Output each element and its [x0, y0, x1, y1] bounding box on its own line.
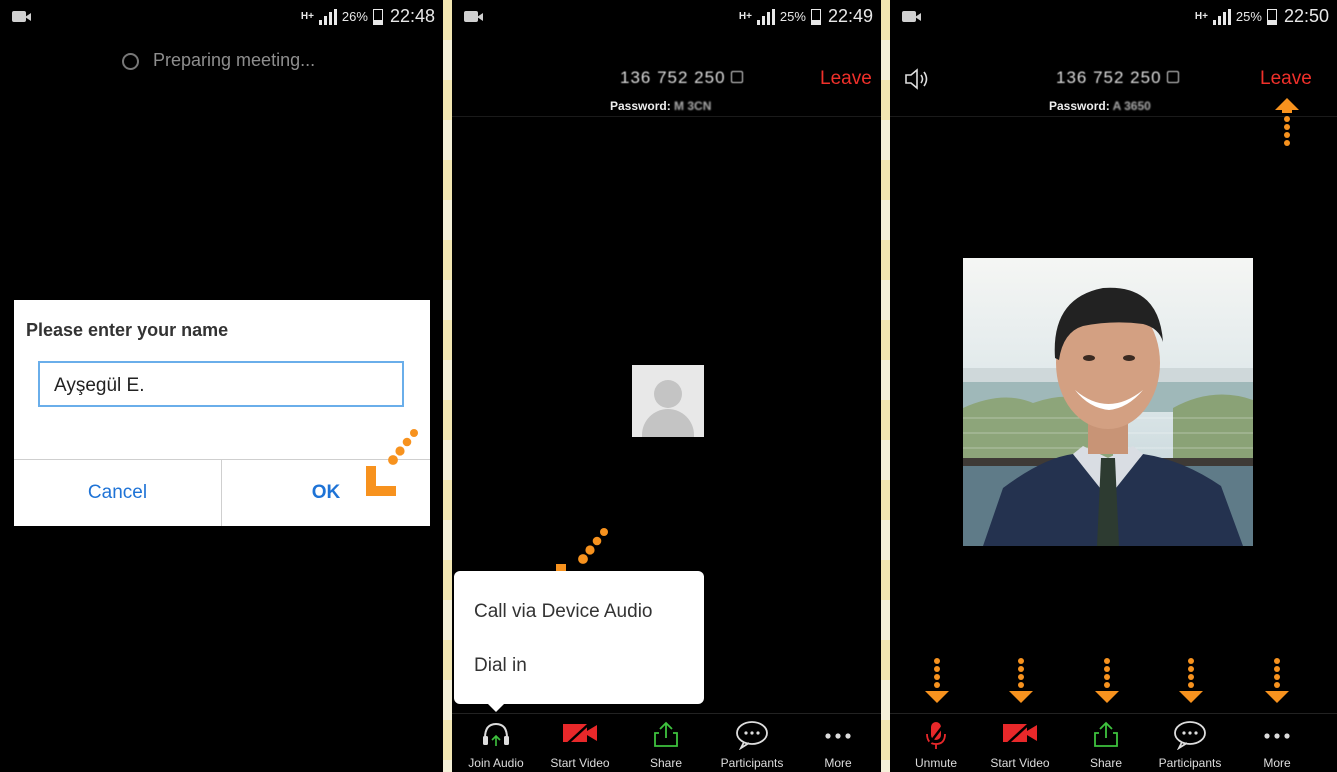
join-audio-button[interactable]: Join Audio [466, 714, 526, 772]
camera-notification-icon [464, 11, 483, 22]
name-input[interactable]: Ayşegül E. [38, 361, 404, 407]
status-bar: H+ 26% 22:48 [0, 0, 443, 34]
pointer-arrow-down-icon [1095, 658, 1119, 703]
more-button[interactable]: More [1247, 714, 1307, 772]
unmute-button[interactable]: Unmute [906, 714, 966, 772]
default-avatar-icon [632, 365, 704, 437]
share-icon [654, 721, 678, 747]
clock: 22:48 [389, 6, 435, 26]
video-off-icon [1003, 721, 1037, 745]
loading-spinner-icon [122, 53, 139, 70]
battery-icon [372, 8, 383, 25]
share-button[interactable]: Share [1076, 714, 1136, 772]
leave-button[interactable]: Leave [820, 68, 872, 90]
menu-item-dial-in[interactable]: Dial in [474, 655, 527, 677]
signal-icon [1212, 8, 1231, 25]
battery-icon [810, 8, 821, 25]
leave-button[interactable]: Leave [1260, 68, 1312, 90]
meeting-header: 136 752 250 Password: A 3650 Leave [890, 34, 1337, 117]
password-row: Password: M 3CN [610, 99, 712, 113]
menu-item-device-audio[interactable]: Call via Device Audio [474, 601, 652, 623]
cancel-button[interactable]: Cancel [14, 460, 222, 526]
more-dots-icon [1264, 733, 1290, 739]
pointer-arrow-down-icon [1265, 658, 1289, 703]
signal-icon [318, 8, 337, 25]
share-icon [1094, 721, 1118, 747]
signal-icon [756, 8, 775, 25]
audio-options-menu: Call via Device Audio Dial in [454, 571, 704, 712]
participant-photo [963, 258, 1253, 546]
network-type: H+ [1194, 11, 1208, 22]
pointer-arrow-up-icon [1275, 98, 1299, 146]
video-off-icon [563, 721, 597, 745]
start-video-button[interactable]: Start Video [550, 714, 610, 772]
meeting-id: 136 752 250 [1056, 68, 1180, 88]
more-button[interactable]: More [808, 714, 868, 772]
mic-off-icon [925, 721, 947, 749]
panel-divider [881, 0, 890, 772]
participant-video [963, 258, 1253, 546]
preparing-meeting-text: Preparing meeting... [153, 50, 316, 70]
chat-bubble-icon [1174, 721, 1206, 750]
battery-percent: 25% [1235, 9, 1262, 24]
camera-notification-icon [902, 11, 921, 22]
panel-divider [443, 0, 452, 772]
clock: 22:49 [827, 6, 873, 26]
chat-bubble-icon [736, 721, 768, 750]
camera-notification-icon [12, 11, 31, 22]
pointer-arrow-icon [366, 429, 418, 496]
network-type: H+ [300, 11, 314, 22]
participants-button[interactable]: Participants [721, 714, 783, 772]
battery-percent: 26% [341, 9, 368, 24]
network-type: H+ [738, 11, 752, 22]
battery-percent: 25% [779, 9, 806, 24]
lock-icon [731, 71, 744, 83]
meeting-toolbar: Join Audio Start Video Share Participant… [452, 713, 881, 772]
headphone-icon [483, 722, 509, 746]
status-bar: H+ 25% 22:50 [890, 0, 1337, 34]
battery-icon [1266, 8, 1277, 25]
meeting-toolbar: Unmute Start Video Share Participants Mo… [890, 713, 1337, 772]
start-video-button[interactable]: Start Video [990, 714, 1050, 772]
status-bar: H+ 25% 22:49 [452, 0, 881, 34]
pointer-arrow-down-icon [1179, 658, 1203, 703]
meeting-id: 136 752 250 [620, 68, 744, 88]
pointer-arrow-down-icon [1009, 658, 1033, 703]
participants-button[interactable]: Participants [1159, 714, 1221, 772]
toolbar-label: More [824, 756, 852, 770]
meeting-header: 136 752 250 Password: M 3CN Leave [452, 34, 881, 117]
screen-name-entry: H+ 26% 22:48 Preparing meeting... Please… [0, 0, 443, 772]
toolbar-label: More [1263, 756, 1291, 770]
more-dots-icon [825, 733, 851, 739]
speaker-icon[interactable] [904, 68, 934, 90]
screen-in-meeting: H+ 25% 22:50 136 752 250 Password: A 365… [890, 0, 1337, 772]
password-row: Password: A 3650 [1049, 99, 1151, 113]
share-button[interactable]: Share [636, 714, 696, 772]
lock-icon [1167, 71, 1180, 83]
pointer-arrow-down-icon [925, 658, 949, 703]
clock: 22:50 [1283, 6, 1329, 26]
dialog-title: Please enter your name [26, 320, 229, 340]
screen-waiting-audio: H+ 25% 22:49 136 752 250 Password: M 3CN… [452, 0, 881, 772]
